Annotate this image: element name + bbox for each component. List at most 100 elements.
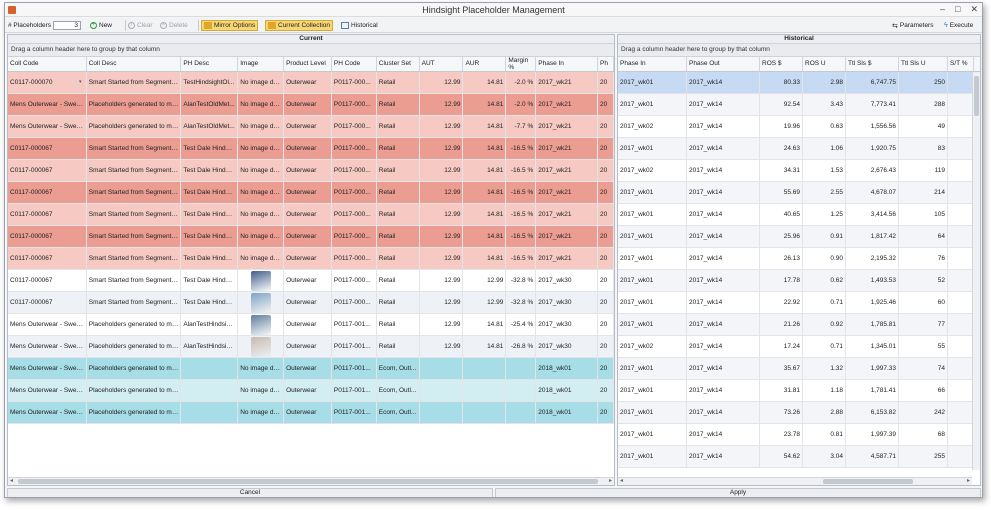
table-cell[interactable]: 2017_wk14 bbox=[687, 314, 760, 335]
table-cell[interactable]: 2018_wk01 bbox=[536, 380, 599, 401]
table-cell[interactable]: 2017_wk14 bbox=[687, 336, 760, 357]
table-row[interactable]: 2017_wk01 2017_wk14 25.96 0.91 1,817.42 64 bbox=[618, 226, 980, 248]
table-cell[interactable]: -16.5 % bbox=[506, 160, 537, 181]
table-cell[interactable] bbox=[420, 358, 464, 379]
table-row[interactable]: 2017_wk01 2017_wk14 40.65 1.25 3,414.56 105 bbox=[618, 204, 980, 226]
table-cell[interactable]: Mens Outerwear - Swea... bbox=[8, 336, 87, 357]
table-cell[interactable]: 24.63 bbox=[760, 138, 803, 159]
table-cell[interactable]: Placeholders generated to ma... bbox=[87, 336, 182, 357]
table-cell[interactable]: Mens Outerwear - Swea... bbox=[8, 94, 87, 115]
table-cell[interactable]: 14.81 bbox=[463, 204, 507, 225]
table-cell[interactable]: 2017_wk30 bbox=[536, 336, 599, 357]
current-horizontal-scrollbar[interactable]: ◂ ▸ bbox=[8, 477, 614, 485]
table-cell[interactable]: 1.53 bbox=[803, 160, 846, 181]
table-cell[interactable] bbox=[948, 424, 974, 445]
table-cell[interactable]: 2017_wk14 bbox=[687, 270, 760, 291]
table-cell[interactable]: Retail bbox=[377, 292, 420, 313]
column-header[interactable]: Phase In bbox=[536, 57, 599, 71]
new-button[interactable]: + New bbox=[90, 20, 112, 31]
table-cell[interactable]: 40.65 bbox=[760, 204, 803, 225]
table-cell[interactable]: Outerwear bbox=[284, 336, 332, 357]
table-cell[interactable] bbox=[948, 160, 974, 181]
table-cell[interactable]: -2.0 % bbox=[506, 72, 537, 93]
table-cell[interactable]: 55 bbox=[899, 336, 948, 357]
table-cell[interactable]: 66 bbox=[899, 380, 948, 401]
table-cell[interactable] bbox=[948, 116, 974, 137]
table-cell[interactable]: No image data bbox=[238, 248, 285, 269]
table-cell[interactable]: -32.8 % bbox=[506, 270, 537, 291]
table-cell[interactable]: Outerwear bbox=[284, 204, 332, 225]
table-row[interactable]: 2017_wk01 2017_wk14 17.78 0.62 1,493.53 52 bbox=[618, 270, 980, 292]
table-cell[interactable]: 12.99 bbox=[420, 160, 464, 181]
table-cell[interactable]: P0117-000... bbox=[332, 116, 377, 137]
table-cell[interactable]: Retail bbox=[377, 314, 420, 335]
table-cell[interactable]: 2017_wk21 bbox=[536, 248, 599, 269]
table-cell[interactable] bbox=[948, 72, 974, 93]
table-cell[interactable]: 2017_wk21 bbox=[536, 94, 599, 115]
table-cell[interactable]: 2.98 bbox=[803, 72, 846, 93]
table-cell[interactable] bbox=[948, 204, 974, 225]
table-cell[interactable]: 2.55 bbox=[803, 182, 846, 203]
close-icon[interactable]: ✕ bbox=[970, 4, 978, 15]
table-cell[interactable]: 242 bbox=[899, 402, 948, 423]
table-cell[interactable]: P0117-000... bbox=[332, 138, 377, 159]
table-cell[interactable]: 119 bbox=[899, 160, 948, 181]
column-header[interactable]: AUR bbox=[463, 57, 507, 71]
table-row[interactable]: Mens Outerwear - Swea... Placeholders gen… bbox=[8, 402, 614, 424]
table-cell[interactable]: 20 bbox=[598, 358, 614, 379]
table-cell[interactable]: 2017_wk14 bbox=[687, 72, 760, 93]
table-cell[interactable]: C0117-000067 bbox=[8, 160, 87, 181]
table-cell[interactable]: Test Dale Hindsight bbox=[181, 226, 239, 247]
table-cell[interactable]: 250 bbox=[899, 72, 948, 93]
mirror-options-button[interactable]: Mirror Options bbox=[201, 20, 259, 31]
table-cell[interactable]: P0117-001... bbox=[332, 314, 377, 335]
table-row[interactable]: C0117-000067 Smart Started from Segment .… bbox=[8, 270, 614, 292]
table-cell[interactable]: 2017_wk14 bbox=[687, 380, 760, 401]
table-cell[interactable]: P0117-000... bbox=[332, 182, 377, 203]
table-cell[interactable]: Outerwear bbox=[284, 116, 332, 137]
delete-button[interactable]: × Delete bbox=[160, 20, 188, 31]
table-cell[interactable]: 2017_wk01 bbox=[618, 402, 687, 423]
column-header[interactable]: Coll Desc bbox=[87, 57, 182, 71]
table-cell[interactable]: 12.99 bbox=[420, 270, 464, 291]
table-cell[interactable]: No image data bbox=[238, 72, 285, 93]
table-cell[interactable]: 26.13 bbox=[760, 248, 803, 269]
table-cell[interactable] bbox=[181, 380, 239, 401]
table-cell[interactable]: Test Dale Hindsight bbox=[181, 270, 239, 291]
table-cell[interactable]: Smart Started from Segment ... bbox=[87, 226, 182, 247]
table-cell[interactable]: Smart Started from Segment ... bbox=[87, 204, 182, 225]
column-header[interactable]: Product Level bbox=[284, 57, 332, 71]
table-cell[interactable]: 2017_wk14 bbox=[687, 182, 760, 203]
column-header[interactable]: Image bbox=[238, 57, 285, 71]
table-cell[interactable]: 14.81 bbox=[463, 116, 507, 137]
table-cell[interactable]: P0117-000... bbox=[332, 248, 377, 269]
table-cell[interactable]: No image data bbox=[238, 402, 285, 423]
table-cell[interactable]: -16.5 % bbox=[506, 226, 537, 247]
table-cell[interactable]: 20 bbox=[598, 402, 614, 423]
table-cell[interactable]: C0117-000067 bbox=[8, 204, 87, 225]
table-row[interactable]: C0117-000067 Smart Started from Segment .… bbox=[8, 138, 614, 160]
table-cell[interactable]: 2017_wk01 bbox=[618, 204, 687, 225]
table-row[interactable]: 2017_wk01 2017_wk14 80.33 2.98 6,747.75 250 bbox=[618, 72, 980, 94]
table-cell[interactable]: 34.31 bbox=[760, 160, 803, 181]
table-cell[interactable]: 0.92 bbox=[803, 314, 846, 335]
table-cell[interactable]: Retail bbox=[377, 72, 420, 93]
table-cell[interactable]: Retail bbox=[377, 160, 420, 181]
table-cell[interactable]: Mens Outerwear - Swea... bbox=[8, 116, 87, 137]
column-header[interactable]: Ph bbox=[598, 57, 614, 71]
table-cell[interactable]: 2.88 bbox=[803, 402, 846, 423]
table-cell[interactable]: Test Dale Hindsight bbox=[181, 292, 239, 313]
current-group-panel[interactable]: Drag a column header here to group by th… bbox=[8, 44, 614, 57]
table-cell[interactable]: 12.99 bbox=[420, 248, 464, 269]
table-cell[interactable]: 20 bbox=[598, 116, 614, 137]
table-cell[interactable] bbox=[238, 270, 285, 291]
table-cell[interactable]: 2017_wk14 bbox=[687, 358, 760, 379]
table-cell[interactable]: P0117-001... bbox=[332, 358, 377, 379]
table-row[interactable]: 2017_wk01 2017_wk14 92.54 3.43 7,773.41 288 bbox=[618, 94, 980, 116]
table-row[interactable]: Mens Outerwear - Swea... Placeholders gen… bbox=[8, 314, 614, 336]
table-cell[interactable]: No image data bbox=[238, 160, 285, 181]
table-cell[interactable]: Test Dale Hindsight bbox=[181, 138, 239, 159]
apply-button[interactable]: Apply bbox=[495, 488, 981, 497]
table-cell[interactable]: 1,345.01 bbox=[846, 336, 899, 357]
table-cell[interactable]: 20 bbox=[598, 160, 614, 181]
